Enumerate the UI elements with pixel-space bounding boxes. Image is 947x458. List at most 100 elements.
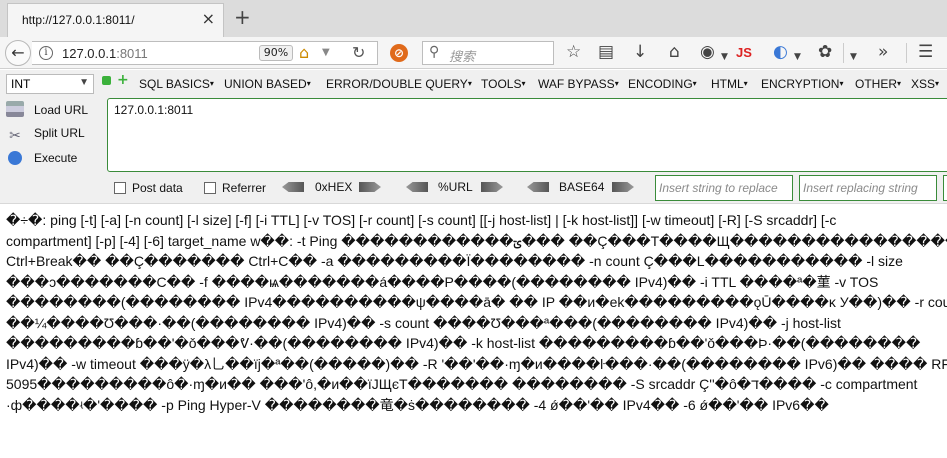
toolbar-separator	[906, 43, 907, 63]
toolbar-separator	[843, 43, 844, 63]
page-home-icon[interactable]: ⌂	[299, 43, 309, 62]
menu-html[interactable]: HTML▾	[711, 77, 748, 91]
content-line: �÷�: ping [-t] [-a] [-n count] [-l size]…	[6, 212, 837, 228]
menu-label: ERROR/DOUBLE QUERY	[326, 77, 468, 91]
search-box[interactable]: ⚲ 搜索	[422, 41, 554, 65]
site-info-icon[interactable]: i	[39, 46, 53, 60]
execute-icon	[8, 151, 22, 165]
base64-decode-arrow-icon[interactable]	[527, 182, 549, 192]
load-url-button[interactable]: Load URL	[6, 101, 88, 117]
more-tools-icon[interactable]: »	[878, 42, 888, 62]
menu-label: WAF BYPASS	[538, 77, 615, 91]
menu-icon[interactable]: ☰	[918, 42, 933, 62]
menu-label: UNION BASED	[224, 77, 307, 91]
menu-xss[interactable]: XSS▾	[911, 77, 939, 91]
url-host: 127.0.0.1	[62, 46, 117, 61]
content-line: ��������(�������� IPv4����������ψ����ā� …	[6, 294, 947, 310]
content-line: ��¼����Ʊ���·��(�������� IPv4)�� -s count…	[6, 314, 841, 331]
reload-icon[interactable]: ↻	[352, 43, 365, 62]
menu-encoding[interactable]: ENCODING▾	[628, 77, 697, 91]
menu-error-double-query[interactable]: ERROR/DOUBLE QUERY▾	[326, 77, 472, 91]
url-label: %URL	[438, 180, 473, 194]
menu-label: ENCODING	[628, 77, 693, 91]
type-select-value: INT	[11, 77, 31, 91]
checkbox-box	[114, 182, 126, 194]
menu-label: HTML	[711, 77, 744, 91]
hackbar-panel: INT ▼ + SQL BASICS▾ UNION BASED▾ ERROR/D…	[0, 70, 947, 204]
decrement-icon[interactable]	[102, 76, 111, 85]
browser-tab[interactable]: http://127.0.0.1:8011/ ×	[7, 3, 224, 37]
load-url-icon	[6, 101, 24, 117]
translate-icon[interactable]: ◐	[773, 42, 788, 62]
insert-string-input[interactable]: Insert string to replace	[655, 175, 793, 201]
url-text[interactable]: 127.0.0.1:8011	[62, 46, 148, 61]
checkbox-box	[204, 182, 216, 194]
menu-sql-basics[interactable]: SQL BASICS▾	[139, 77, 214, 91]
replacing-string-input[interactable]: Insert replacing string	[799, 175, 937, 201]
split-url-label: Split URL	[34, 126, 85, 140]
chevron-down-icon: ▼	[79, 77, 89, 88]
new-tab-icon[interactable]: +	[234, 7, 251, 27]
overflow-dropdown-icon[interactable]: ▼	[850, 47, 857, 67]
url-decode-arrow-icon[interactable]	[406, 182, 428, 192]
url-dropdown-icon[interactable]: ▼	[322, 47, 330, 58]
menu-label: SQL BASICS	[139, 77, 210, 91]
js-toggle-icon[interactable]: JS	[736, 45, 752, 60]
url-encode-arrow-icon[interactable]	[481, 182, 503, 192]
url-textarea[interactable]: 127.0.0.1:8011	[107, 98, 947, 172]
split-url-icon: ✂	[9, 127, 21, 143]
avatar-icon[interactable]: ◉	[700, 42, 715, 62]
zoom-level-badge[interactable]: 90%	[259, 45, 293, 61]
content-line: ���������ɓ��ʹ�ǒ���ᕓ·��(�������� IPv4)�� …	[6, 335, 921, 351]
referrer-checkbox[interactable]: Referrer	[204, 181, 266, 195]
content-line: ���ɔ�������C�� -f ����ѩ�������á����P����…	[6, 273, 879, 290]
content-line: compartment] [-p] [-4] [-6] target_name …	[6, 232, 947, 249]
post-data-checkbox[interactable]: Post data	[114, 181, 183, 195]
post-data-label: Post data	[132, 181, 183, 195]
execute-label: Execute	[34, 151, 78, 165]
hex-label: 0xHEX	[315, 180, 353, 194]
hex-encode-arrow-icon[interactable]	[359, 182, 381, 192]
search-placeholder: 搜索	[449, 50, 476, 65]
back-button[interactable]: ←	[5, 40, 31, 66]
menu-label: OTHER	[855, 77, 897, 91]
home-icon[interactable]: ⌂	[669, 42, 680, 62]
reading-list-icon[interactable]: ▤	[598, 42, 614, 62]
load-url-label: Load URL	[34, 103, 89, 117]
content-line: Ctrl+Break�� ��Ç������� Ctrl+C�� -a ����…	[6, 253, 903, 269]
menu-other[interactable]: OTHER▾	[855, 77, 901, 91]
tab-title: http://127.0.0.1:8011/	[22, 13, 135, 27]
menu-tools[interactable]: TOOLS▾	[481, 77, 525, 91]
adblock-icon[interactable]: ⊘	[390, 44, 408, 62]
bookmark-star-icon[interactable]: ☆	[566, 42, 581, 62]
increment-icon[interactable]: +	[117, 73, 129, 87]
avatar-dropdown-icon[interactable]: ▼	[721, 47, 728, 67]
translate-dropdown-icon[interactable]: ▼	[794, 47, 801, 67]
page-content: �÷�: ping [-t] [-a] [-n count] [-l size]…	[6, 210, 947, 415]
content-line: 5095���������ô�·ɱ�и�� ���ʹô,�и��ïJЩєТ���…	[6, 376, 918, 392]
menu-encryption[interactable]: ENCRYPTION▾	[761, 77, 843, 91]
menu-waf-bypass[interactable]: WAF BYPASS▾	[538, 77, 619, 91]
close-tab-icon[interactable]: ×	[202, 10, 215, 28]
split-url-button[interactable]: ✂ Split URL	[6, 126, 85, 143]
execute-button[interactable]: Execute	[6, 151, 77, 165]
menu-label: ENCRYPTION	[761, 77, 840, 91]
menu-label: TOOLS	[481, 77, 522, 91]
content-line: IPv4)�� -w timeout ���ÿ�λ乚��ïj�ª��(�����…	[6, 355, 947, 372]
base64-encode-arrow-icon[interactable]	[612, 182, 634, 192]
menu-union-based[interactable]: UNION BASED▾	[224, 77, 311, 91]
tab-bar: http://127.0.0.1:8011/ × +	[0, 0, 947, 37]
type-select[interactable]: INT ▼	[6, 74, 94, 94]
base64-label: BASE64	[559, 180, 605, 194]
url-port: :8011	[116, 46, 148, 61]
navigation-toolbar: ← i 127.0.0.1:8011 90% ⌂ ▼ ↻ ⊘ ⚲ 搜索 ☆ ▤ …	[0, 37, 947, 69]
address-bar[interactable]: i 127.0.0.1:8011 90% ⌂ ▼ ↻	[32, 41, 378, 65]
menu-label: XSS	[911, 77, 936, 91]
content-line: ·ф����ʵ�ʹ���� -p Ping Hyper-V ��������竜�…	[6, 396, 829, 413]
download-icon[interactable]: ↓	[633, 42, 647, 62]
extra-input[interactable]	[943, 175, 947, 201]
referrer-label: Referrer	[222, 181, 267, 195]
search-icon: ⚲	[429, 44, 440, 60]
palette-icon[interactable]: ✿	[818, 42, 832, 62]
hex-decode-arrow-icon[interactable]	[282, 182, 304, 192]
